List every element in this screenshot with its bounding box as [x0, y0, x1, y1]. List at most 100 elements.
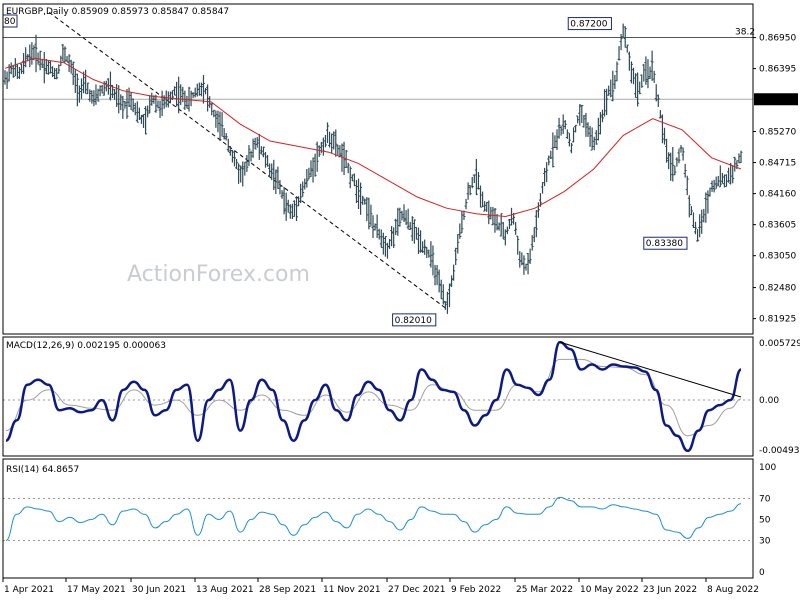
ohlc-bar [454, 247, 458, 266]
ohlc-bar [222, 128, 226, 140]
ohlc-bar [638, 81, 642, 95]
ohlc-bar [687, 195, 691, 218]
ohlc-bar [650, 50, 654, 81]
ohlc-bar [390, 226, 394, 247]
ohlc-bar [615, 61, 619, 82]
ohlc-bar [158, 100, 162, 118]
y-tick-label: 0.86395 [759, 65, 796, 75]
fib-label: 38.2 [735, 28, 755, 38]
ohlc-bar [84, 69, 88, 94]
ohlc-bar [433, 264, 437, 286]
ohlc-bar [67, 54, 71, 72]
ohlc-bar [565, 129, 569, 139]
panel-frame [2, 3, 754, 335]
ohlc-bar [497, 222, 501, 231]
ohlc-bar [629, 61, 633, 84]
ohlc-bar [346, 162, 350, 174]
ohlc-bar [125, 88, 129, 119]
ohlc-bar [177, 76, 181, 114]
ohlc-bar [127, 87, 131, 107]
y-tick-label: 0.85847 [759, 95, 796, 105]
ohlc-bar [516, 235, 520, 255]
ohlc-bar [232, 150, 236, 167]
ohlc-bar [282, 186, 286, 215]
ohlc-bar [450, 275, 454, 287]
y-tick-label: 30 [759, 537, 771, 547]
ohlc-bar [569, 142, 573, 154]
ohlc-bar [303, 178, 307, 190]
ohlc-bar [534, 210, 538, 238]
ohlc-bar [669, 152, 673, 181]
ohlc-bar [398, 207, 402, 227]
ohlc-bar [491, 206, 495, 226]
ohlc-bar [522, 255, 526, 275]
y-tick-label: 0.84160 [759, 190, 796, 200]
ohlc-bar [706, 190, 710, 214]
y-tick-label: 50 [759, 516, 771, 526]
ohlc-bar [578, 104, 582, 126]
ohlc-bar [379, 229, 383, 248]
ohlc-bar [38, 50, 42, 71]
ohlc-bar [272, 159, 276, 191]
ohlc-bar [404, 210, 408, 226]
macd-main-line [5, 340, 742, 453]
ohlc-bar [609, 79, 613, 98]
ohlc-bar [586, 122, 590, 137]
ohlc-bar [458, 223, 462, 239]
ohlc-bar [160, 90, 164, 117]
ohlc-bar [17, 66, 21, 80]
ohlc-bar [456, 234, 460, 254]
ohlc-bar [718, 165, 722, 188]
ohlc-bar [257, 133, 261, 160]
ohlc-bar [135, 101, 139, 123]
x-tick-label: 1 Apr 2021 [4, 585, 54, 595]
ohlc-bar [481, 191, 485, 208]
ohlc-bar [359, 182, 363, 215]
ohlc-bar [214, 110, 218, 128]
ohlc-bar [129, 92, 133, 110]
ohlc-bar [406, 208, 410, 230]
ohlc-bar [683, 163, 687, 178]
ohlc-bar [652, 70, 656, 83]
ohlc-bar [572, 127, 576, 143]
ohlc-bar [175, 81, 179, 107]
ohlc-bar [75, 73, 79, 107]
ohlc-bar [561, 114, 565, 135]
ohlc-bar [532, 227, 536, 243]
ohlc-bar [605, 88, 609, 115]
ohlc-bar [400, 210, 404, 221]
x-tick-label: 28 Sep 2021 [259, 585, 316, 595]
x-tick-label: 25 Mar 2022 [516, 585, 573, 595]
ohlc-bar [685, 175, 689, 196]
ohlc-bar [392, 227, 396, 248]
ohlc-bar [416, 227, 420, 254]
ohlc-bar [611, 70, 615, 102]
ohlc-bar [665, 138, 669, 163]
eurgbp-daily-chart: ActionForex.com 38.2 0.87200 0.83380 0.82010… [2, 3, 800, 595]
ohlc-bar [452, 264, 456, 281]
ohlc-bar [284, 192, 288, 221]
y-tick-label: 70 [759, 495, 771, 505]
ohlc-bar [460, 210, 464, 234]
ohlc-bar [551, 132, 555, 168]
ohlc-bar [210, 103, 214, 116]
ohlc-bar [431, 245, 435, 276]
ohlc-bar [625, 44, 629, 53]
ohlc-bar [596, 117, 600, 141]
ohlc-bar [466, 182, 470, 200]
ohlc-bar [592, 136, 596, 151]
ohlc-bar [704, 192, 708, 223]
ohlc-bar [86, 82, 90, 95]
ohlc-bar [429, 241, 433, 268]
ohlc-bar [722, 174, 726, 188]
ohlc-bar [133, 102, 137, 116]
ohlc-bar [319, 141, 323, 154]
ohlc-bar [28, 44, 32, 68]
ohlc-bar [642, 63, 646, 82]
ohlc-bar [677, 148, 681, 164]
ohlc-bar [197, 82, 201, 96]
ohlc-bar [280, 190, 284, 199]
ohlc-bar [266, 154, 270, 167]
ohlc-bar [365, 197, 369, 222]
ohlc-bar [702, 208, 706, 223]
